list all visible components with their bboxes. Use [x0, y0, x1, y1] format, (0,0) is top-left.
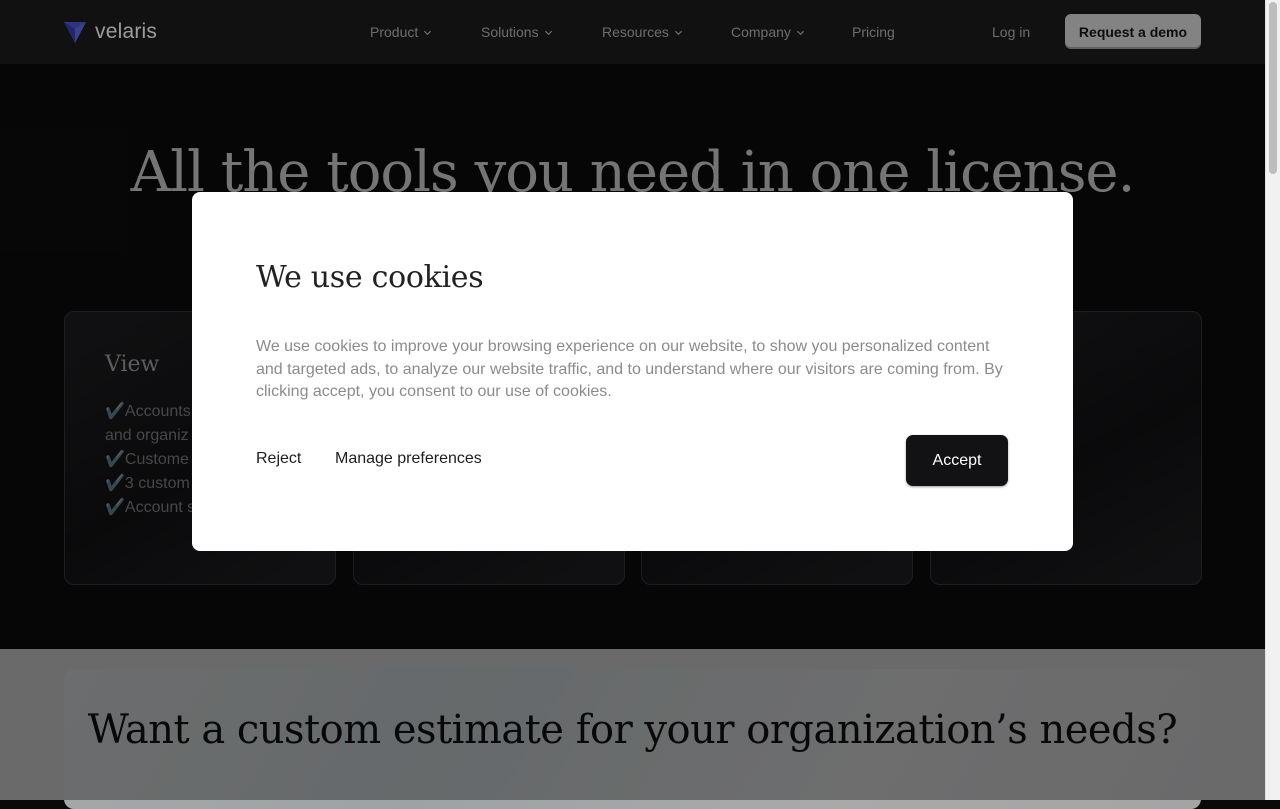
cookie-modal-body: We use cookies to improve your browsing … [256, 338, 1003, 400]
cookie-consent-modal: We use cookies We use cookies to improve… [192, 192, 1073, 551]
manage-preferences-button[interactable]: Manage preferences [335, 450, 482, 468]
accept-label: Accept [932, 451, 982, 469]
accept-button[interactable]: Accept [906, 435, 1008, 486]
cookie-modal-title: We use cookies [256, 260, 484, 295]
reject-button[interactable]: Reject [256, 450, 301, 468]
page-scrollbar[interactable] [1265, 0, 1280, 800]
scrollbar-thumb[interactable] [1269, 2, 1277, 174]
